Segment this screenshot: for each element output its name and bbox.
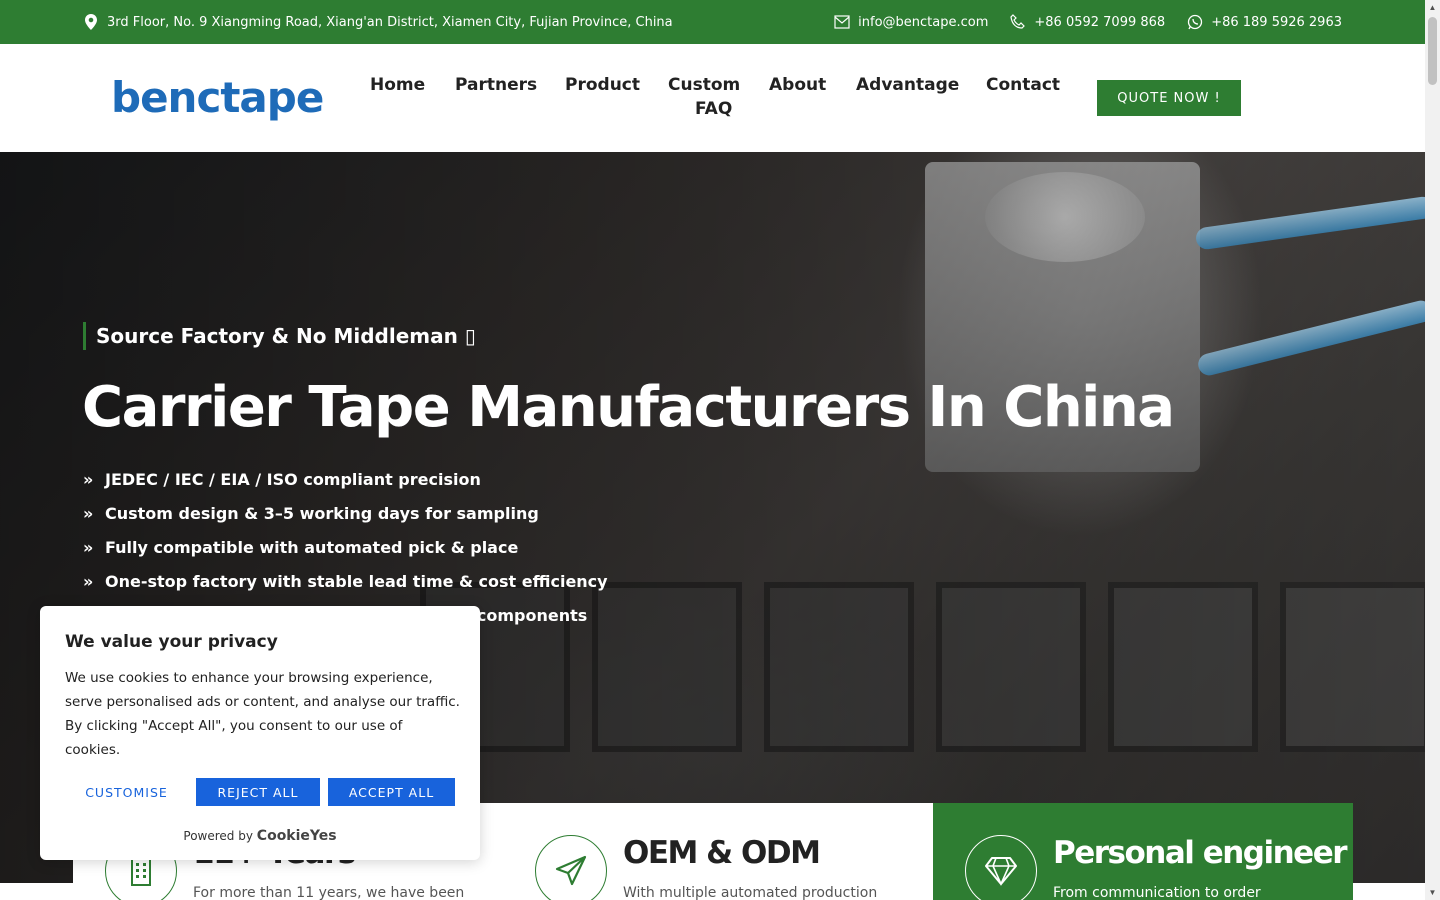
double-chevron-icon: » bbox=[83, 571, 94, 591]
nav-product[interactable]: Product bbox=[565, 73, 640, 97]
feature-desc: With multiple automated production bbox=[623, 885, 878, 900]
cookie-reject-button[interactable]: REJECT ALL bbox=[196, 778, 320, 806]
whatsapp-text[interactable]: +86 189 5926 2963 bbox=[1211, 15, 1342, 30]
hero-bullet: » JEDEC / IEC / EIA / ISO compliant preci… bbox=[83, 469, 481, 489]
scroll-down-arrow-icon[interactable]: ▼ bbox=[1425, 885, 1440, 900]
scroll-up-arrow-icon[interactable]: ▲ bbox=[1425, 0, 1440, 15]
double-chevron-icon: » bbox=[83, 537, 94, 557]
phone-link[interactable]: +86 0592 7099 868 bbox=[1010, 14, 1165, 30]
feature-desc: From communication to order bbox=[1053, 885, 1261, 900]
address-text: 3rd Floor, No. 9 Xiangming Road, Xiang'a… bbox=[107, 14, 673, 30]
cookie-body: We use cookies to enhance your browsing … bbox=[65, 670, 460, 758]
feature-title: OEM & ODM bbox=[623, 835, 821, 871]
nav-custom[interactable]: Custom bbox=[668, 73, 740, 97]
email-text[interactable]: info@benctape.com bbox=[858, 15, 988, 30]
cookie-accept-button[interactable]: ACCEPT ALL bbox=[328, 778, 455, 806]
top-contact-bar: 3rd Floor, No. 9 Xiangming Road, Xiang'a… bbox=[0, 0, 1425, 44]
double-chevron-icon: » bbox=[83, 503, 94, 523]
feature-card-engineer: Personal engineer From communication to … bbox=[933, 803, 1353, 900]
cookie-title: We value your privacy bbox=[65, 632, 278, 652]
nav-about[interactable]: About bbox=[769, 73, 826, 97]
feature-card-oem: OEM & ODM With multiple automated produc… bbox=[503, 803, 933, 900]
phone-text[interactable]: +86 0592 7099 868 bbox=[1034, 15, 1165, 30]
email-link[interactable]: info@benctape.com bbox=[834, 15, 988, 30]
nav-home[interactable]: Home bbox=[370, 73, 425, 97]
feature-title: Personal engineer bbox=[1053, 835, 1348, 871]
cookie-powered-by: Powered by CookieYes bbox=[183, 828, 337, 844]
nav-contact[interactable]: Contact bbox=[986, 73, 1060, 97]
map-pin-icon bbox=[84, 14, 98, 30]
site-header: benctape Home Partners Product Custom Ab… bbox=[0, 44, 1425, 152]
mail-icon bbox=[834, 15, 850, 29]
hero-tagline: Source Factory & No Middleman ▯ bbox=[83, 322, 476, 350]
hero-bullet: » Fully compatible with automated pick & … bbox=[83, 537, 519, 557]
phone-icon bbox=[1010, 14, 1026, 30]
double-chevron-icon: » bbox=[83, 469, 94, 489]
hero-title: Carrier Tape Manufacturers In China bbox=[82, 375, 1175, 440]
feature-desc: For more than 11 years, we have been bbox=[193, 885, 465, 900]
quote-now-button[interactable]: QUOTE NOW ! bbox=[1097, 80, 1241, 116]
nav-advantage[interactable]: Advantage bbox=[856, 73, 959, 97]
paper-plane-icon bbox=[535, 835, 607, 900]
diamond-icon bbox=[965, 835, 1037, 900]
nav-partners[interactable]: Partners bbox=[455, 73, 537, 97]
cookie-customise-button[interactable]: CUSTOMISE bbox=[65, 778, 188, 806]
nav-faq[interactable]: FAQ bbox=[695, 97, 732, 121]
scrollbar-thumb[interactable] bbox=[1428, 17, 1437, 85]
cookie-consent-banner: We value your privacy We use cookies to … bbox=[40, 606, 480, 860]
site-logo[interactable]: benctape bbox=[111, 72, 324, 124]
hero-bullet: » Custom design & 3–5 working days for sa… bbox=[83, 503, 539, 523]
cookieyes-logo[interactable]: CookieYes bbox=[257, 828, 337, 844]
page-scrollbar[interactable]: ▲ ▼ bbox=[1425, 0, 1440, 900]
hero-bullet: » One-stop factory with stable lead time … bbox=[83, 571, 608, 591]
address-item: 3rd Floor, No. 9 Xiangming Road, Xiang'a… bbox=[84, 0, 673, 44]
whatsapp-icon bbox=[1187, 14, 1203, 30]
whatsapp-link[interactable]: +86 189 5926 2963 bbox=[1187, 14, 1342, 30]
